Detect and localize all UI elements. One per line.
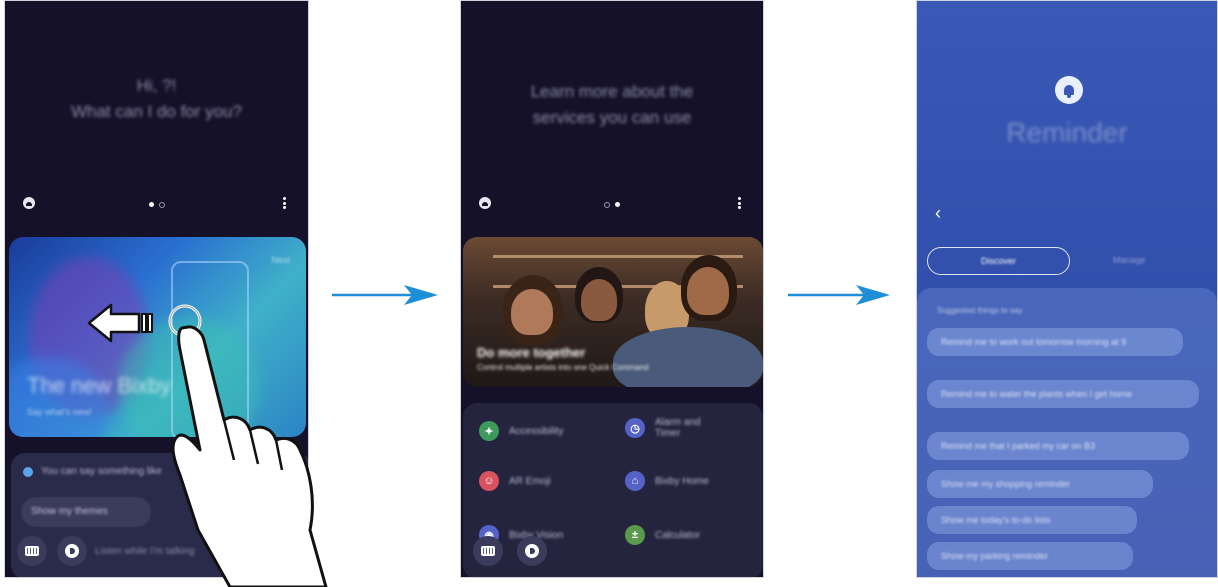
- greeting: Hi, ?! What can I do for you?: [5, 73, 308, 125]
- services-heading-line-1: Learn more about the: [530, 82, 694, 101]
- top-bar: [23, 195, 290, 215]
- card-subtitle: Say what's new!: [27, 407, 92, 417]
- bixby-voice-button[interactable]: [517, 536, 547, 566]
- photo-card-title: Do more together: [477, 345, 586, 360]
- phone-screen-services: Learn more about the services you can us…: [460, 0, 764, 578]
- suggestion-row: You can say something like: [23, 466, 162, 477]
- card-next-link[interactable]: Next: [271, 255, 290, 265]
- services-heading-line-2: services you can use: [532, 108, 692, 127]
- suggestion-bubble[interactable]: Show me today's to-do lists: [927, 506, 1137, 534]
- bixby-icon: [65, 544, 79, 558]
- profile-icon[interactable]: [23, 197, 35, 209]
- calculator-icon: ±: [625, 525, 645, 545]
- greeting-line-2: What can I do for you?: [70, 102, 243, 121]
- flow-arrow-icon: [332, 285, 438, 305]
- suggestions-panel: Suggested things to say Remind me to wor…: [917, 288, 1217, 577]
- back-chevron-icon[interactable]: ‹: [935, 204, 941, 222]
- tab-discover[interactable]: Discover: [927, 247, 1070, 275]
- service-alarm-timer[interactable]: ◷ Alarm and Timer: [625, 417, 725, 439]
- bixby-mini-icon: [23, 466, 33, 477]
- service-bixby-home[interactable]: ⌂ Bixby Home: [625, 471, 709, 491]
- card-title: The new Bixby: [27, 373, 172, 398]
- keyboard-button[interactable]: [473, 536, 503, 566]
- suggestion-bubble[interactable]: Remind me to work out tomorrow morning a…: [927, 328, 1183, 356]
- page-indicator: [604, 202, 620, 208]
- services-list: ✦ Accessibility ◷ Alarm and Timer ☺ AR E…: [463, 403, 763, 577]
- bixby-voice-button[interactable]: [57, 536, 87, 566]
- bixby-icon: [525, 544, 539, 558]
- suggestion-chip[interactable]: Show my themes: [21, 497, 151, 527]
- service-calculator[interactable]: ± Calculator: [625, 525, 700, 545]
- top-bar: [479, 195, 745, 215]
- services-heading: Learn more about the services you can us…: [461, 79, 763, 131]
- profile-icon[interactable]: [479, 197, 491, 209]
- suggestion-bubble[interactable]: Remind me that I parked my car on B3: [927, 432, 1189, 460]
- page-dot-inactive: [158, 202, 165, 208]
- bell-icon: [1064, 85, 1074, 98]
- suggestion-bubble[interactable]: Show my parking reminder: [927, 542, 1133, 570]
- suggestions-heading: Suggested things to say: [937, 306, 1023, 315]
- suggestion-text: You can say something like: [41, 466, 162, 477]
- page-indicator: [148, 202, 165, 208]
- suggestion-bubble[interactable]: Show me my shopping reminder: [927, 470, 1153, 498]
- emoji-icon: ☺: [479, 471, 499, 491]
- page-dot-active: [615, 202, 620, 207]
- page-dot-active: [148, 202, 154, 207]
- more-options-icon[interactable]: [278, 195, 290, 211]
- page-dot-inactive: [604, 202, 610, 208]
- bixby-home-icon: ⌂: [625, 471, 645, 491]
- keyboard-button[interactable]: [17, 536, 47, 566]
- greeting-line-1: Hi, ?!: [136, 76, 177, 95]
- service-accessibility[interactable]: ✦ Accessibility: [479, 421, 563, 441]
- featured-photo-card[interactable]: Do more together Control multiple artist…: [463, 237, 763, 387]
- accessibility-icon: ✦: [479, 421, 499, 441]
- flow-arrow-icon: [788, 285, 890, 305]
- reminder-app-icon: [1055, 76, 1083, 104]
- swipe-left-arrow-icon: [87, 303, 153, 343]
- suggestion-bubble[interactable]: Remind me to water the plants when I get…: [927, 380, 1199, 408]
- tab-manage[interactable]: Manage: [1113, 255, 1146, 265]
- phone-screen-reminder: Reminder ‹ Discover Manage Suggested thi…: [916, 0, 1218, 578]
- keyboard-icon: [481, 546, 495, 556]
- page-title: Reminder: [1006, 117, 1128, 148]
- clock-icon: ◷: [625, 418, 645, 438]
- keyboard-icon: [25, 546, 39, 556]
- service-ar-emoji[interactable]: ☺ AR Emoji: [479, 471, 551, 491]
- more-options-icon[interactable]: [733, 195, 745, 211]
- photo-card-subtitle: Control multiple artists into one Quick …: [477, 363, 649, 372]
- hand-gesture-icon: [168, 304, 328, 587]
